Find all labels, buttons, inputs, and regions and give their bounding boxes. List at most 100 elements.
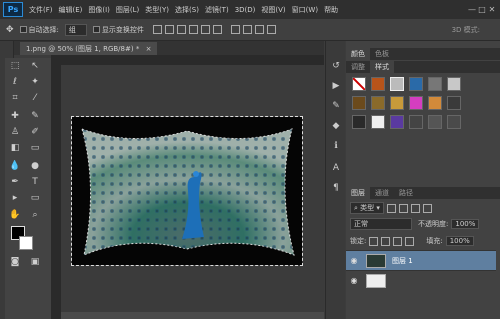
menu-bar: Ps 文件(F) 编辑(E) 图像(I) 图层(L) 类型(Y) 选择(S) 滤… — [0, 0, 500, 19]
layer-name[interactable]: 图层 1 — [392, 256, 413, 266]
move-tool-icon-2[interactable]: ↖ — [29, 62, 41, 71]
tab-swatches[interactable]: 色板 — [370, 48, 394, 60]
clone-source-icon[interactable]: ◆ — [330, 121, 342, 132]
tab-channels[interactable]: 通道 — [370, 187, 394, 199]
lasso-tool-icon[interactable]: ℓ — [9, 78, 21, 87]
style-swatch[interactable] — [409, 96, 423, 110]
shape-tool-icon[interactable]: ▭ — [29, 194, 41, 203]
document-tab[interactable]: 1.png @ 50% (图层 1, RGB/8#) * × — [20, 42, 158, 55]
opacity-input[interactable]: 100% — [451, 219, 480, 229]
menu-layer[interactable]: 图层(L) — [116, 5, 139, 15]
history-panel-icon[interactable]: ↺ — [330, 61, 342, 72]
lock-all-icon[interactable] — [405, 236, 415, 246]
crop-tool-icon[interactable]: ⌗ — [9, 94, 21, 103]
tab-color[interactable]: 颜色 — [346, 48, 370, 60]
style-swatch[interactable] — [447, 115, 461, 129]
menu-help[interactable]: 帮助 — [324, 5, 338, 15]
style-swatch[interactable] — [352, 115, 366, 129]
lock-pixels-icon[interactable] — [381, 236, 391, 246]
pen-tool-icon[interactable]: ✒ — [9, 178, 21, 187]
close-button[interactable]: ✕ — [487, 5, 497, 14]
show-transform-checkbox[interactable]: 显示变换控件 — [92, 25, 144, 35]
history-brush-icon[interactable]: ✐ — [29, 128, 41, 137]
magic-wand-icon[interactable]: ✦ — [29, 78, 41, 87]
style-swatch[interactable] — [390, 77, 404, 91]
brush-tool-icon[interactable]: ✎ — [29, 112, 41, 121]
style-swatch[interactable] — [428, 96, 442, 110]
menu-file[interactable]: 文件(F) — [29, 5, 53, 15]
blur-tool-icon[interactable]: 💧 — [9, 162, 21, 171]
style-swatch[interactable] — [409, 115, 423, 129]
tab-styles[interactable]: 样式 — [370, 61, 394, 73]
style-swatch[interactable] — [409, 77, 423, 91]
auto-select-dropdown[interactable]: 组 — [64, 23, 87, 36]
gradient-icon[interactable]: ▭ — [29, 144, 41, 153]
menu-select[interactable]: 选择(S) — [175, 5, 199, 15]
style-swatch[interactable] — [428, 77, 442, 91]
style-swatch[interactable] — [428, 115, 442, 129]
brush-panel-icon[interactable]: ✎ — [330, 101, 342, 112]
healing-brush-icon[interactable]: ✚ — [9, 112, 21, 121]
dodge-tool-icon[interactable]: ● — [29, 162, 41, 171]
clone-stamp-icon[interactable]: ♙ — [9, 128, 21, 137]
tab-paths[interactable]: 路径 — [394, 187, 418, 199]
menu-image[interactable]: 图像(I) — [88, 5, 110, 15]
eraser-icon[interactable]: ◧ — [9, 144, 21, 153]
actions-panel-icon[interactable]: ▶ — [330, 81, 342, 92]
style-swatch[interactable] — [447, 77, 461, 91]
right-panel: 颜色 色板 调整 样式 图层 通道 路径 ⌕ 类型 ▾ 正常 不透明度: 100… — [346, 41, 500, 319]
menu-type[interactable]: 类型(Y) — [145, 5, 169, 15]
style-swatch[interactable] — [447, 96, 461, 110]
style-swatch[interactable] — [352, 77, 366, 91]
menu-3d[interactable]: 3D(D) — [235, 6, 256, 14]
distribute-icons[interactable] — [228, 25, 276, 34]
tab-layers[interactable]: 图层 — [346, 187, 370, 199]
visibility-eye-icon[interactable]: ◉ — [346, 256, 362, 265]
style-swatch[interactable] — [371, 96, 385, 110]
layer-kind-dropdown[interactable]: ⌕ 类型 ▾ — [350, 202, 384, 214]
horizontal-ruler — [51, 55, 324, 65]
tab-adjustments[interactable]: 调整 — [346, 61, 370, 73]
marquee-tool-icon[interactable]: ⬚ — [9, 62, 21, 71]
layer-thumbnail — [366, 273, 386, 288]
style-swatch[interactable] — [371, 77, 385, 91]
menu-filter[interactable]: 滤镜(T) — [205, 5, 229, 15]
paragraph-panel-icon[interactable]: ¶ — [330, 183, 342, 194]
style-swatch[interactable] — [390, 115, 404, 129]
properties-panel-icon[interactable]: ℹ — [330, 141, 342, 152]
document-canvas[interactable] — [71, 116, 303, 266]
maximize-button[interactable]: □ — [477, 5, 487, 14]
character-panel-icon[interactable]: A — [330, 163, 342, 174]
style-swatch[interactable] — [371, 115, 385, 129]
quick-mask-icon[interactable]: ◙ — [9, 258, 21, 267]
document-tab-label: 1.png @ 50% (图层 1, RGB/8#) * — [26, 45, 140, 53]
blend-mode-dropdown[interactable]: 正常 — [350, 218, 412, 230]
menu-edit[interactable]: 编辑(E) — [59, 5, 83, 15]
layer-thumbnail — [366, 253, 386, 268]
style-swatch[interactable] — [352, 96, 366, 110]
lock-transparent-icon[interactable] — [369, 236, 379, 246]
type-tool-icon[interactable]: T — [29, 178, 41, 187]
align-icons[interactable] — [150, 25, 222, 34]
zoom-tool-icon[interactable]: ⌕ — [29, 211, 41, 220]
color-panel-tabs: 颜色 色板 — [346, 48, 500, 60]
minimize-button[interactable]: — — [467, 5, 477, 14]
menu-view[interactable]: 视图(V) — [261, 5, 285, 15]
layer-row[interactable]: ◉ — [346, 270, 496, 290]
lock-row: 锁定: 填充: 100% — [350, 235, 474, 247]
fill-input[interactable]: 100% — [445, 236, 474, 246]
lock-position-icon[interactable] — [393, 236, 403, 246]
screen-mode-icon[interactable]: ▣ — [29, 258, 41, 267]
path-select-icon[interactable]: ▸ — [9, 194, 21, 203]
auto-select-checkbox[interactable]: 自动选择: — [19, 25, 59, 35]
visibility-eye-icon[interactable]: ◉ — [346, 276, 362, 285]
hand-tool-icon[interactable]: ✋ — [9, 211, 21, 220]
layer-row-selected[interactable]: ◉ 图层 1 — [346, 250, 496, 270]
document-close-icon[interactable]: × — [146, 45, 152, 53]
background-color-swatch[interactable] — [19, 236, 33, 250]
tools-panel: ⬚ ↖ ℓ ✦ ⌗ ⁄ ✚ ✎ ♙ ✐ ◧ ▭ 💧 ● ✒ T ▸ ▭ ✋ ⌕ … — [5, 58, 51, 319]
move-tool-icon[interactable]: ✥ — [6, 25, 14, 35]
menu-window[interactable]: 窗口(W) — [292, 5, 318, 15]
style-swatch[interactable] — [390, 96, 404, 110]
eyedropper-icon[interactable]: ⁄ — [29, 94, 41, 103]
